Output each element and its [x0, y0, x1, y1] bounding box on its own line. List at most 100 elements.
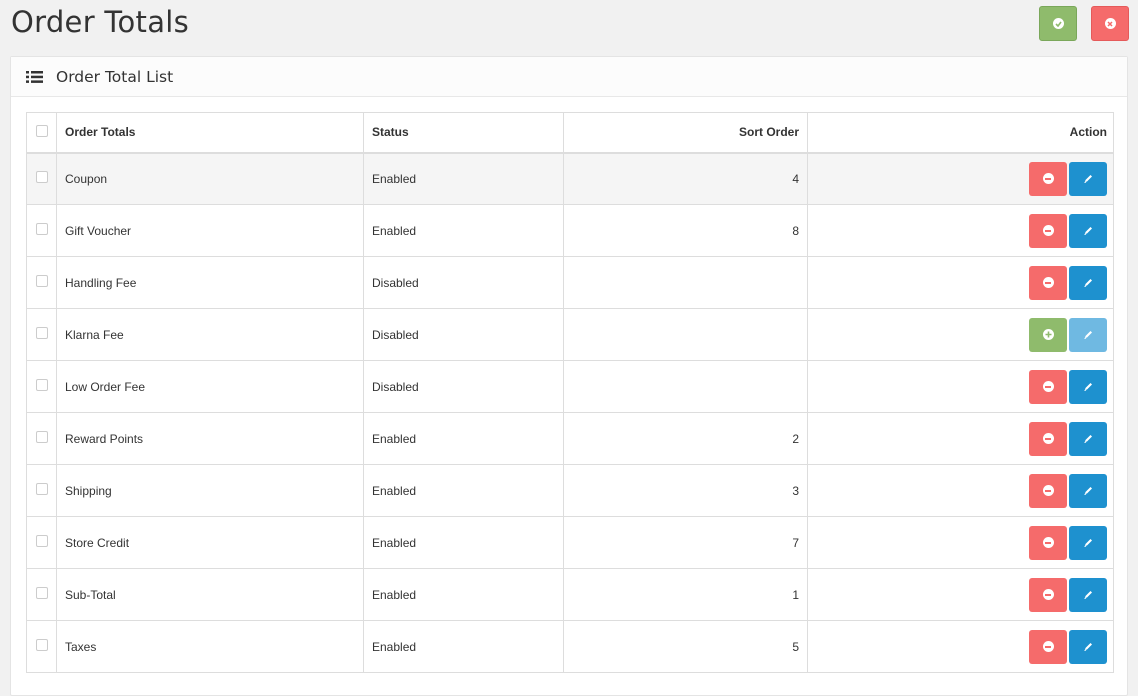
uninstall-button[interactable]: [1029, 369, 1067, 404]
row-select-cell: [26, 360, 57, 413]
cell-sort-order: [563, 256, 808, 309]
edit-button[interactable]: [1069, 421, 1107, 456]
order-totals-table: Order Totals Status Sort Order Action Co…: [26, 112, 1114, 673]
cell-status: Enabled: [363, 516, 564, 569]
uninstall-button[interactable]: [1029, 473, 1067, 508]
row-select-cell: [26, 308, 57, 361]
cell-name: Reward Points: [56, 412, 364, 465]
cell-actions: [807, 360, 1114, 413]
check-circle-icon: [1052, 18, 1064, 29]
cell-actions: [807, 412, 1114, 465]
row-select-cell: [26, 620, 57, 673]
plus-circle-icon: [1042, 329, 1054, 340]
header-sort-order[interactable]: Sort Order: [563, 112, 808, 154]
row-select-cell: [26, 204, 57, 257]
edit-button[interactable]: [1069, 265, 1107, 300]
header-status[interactable]: Status: [363, 112, 564, 154]
save-button[interactable]: [1039, 6, 1077, 41]
row-checkbox[interactable]: [35, 431, 48, 443]
row-select-cell: [26, 568, 57, 621]
pencil-icon: [1083, 331, 1092, 339]
uninstall-button[interactable]: [1029, 421, 1067, 456]
row-select-cell: [26, 412, 57, 465]
pencil-icon: [1083, 279, 1092, 287]
cell-status: Disabled: [363, 256, 564, 309]
minus-circle-icon: [1042, 225, 1054, 236]
table-row: Low Order Fee Disabled: [26, 360, 1114, 413]
panel-heading: Order Total List: [11, 57, 1127, 97]
table-row: Shipping Enabled 3: [26, 464, 1114, 517]
cell-sort-order: [563, 308, 808, 361]
minus-circle-icon: [1042, 173, 1054, 185]
cell-status: Enabled: [363, 412, 564, 465]
pencil-icon: [1083, 643, 1092, 651]
cell-status: Enabled: [363, 568, 564, 621]
cell-actions: [807, 568, 1114, 621]
page-header: Order Totals: [0, 0, 1138, 56]
pencil-icon: [1083, 227, 1092, 235]
minus-circle-icon: [1042, 589, 1054, 600]
cell-sort-order: 2: [563, 412, 808, 465]
cell-sort-order: 5: [563, 620, 808, 673]
uninstall-button[interactable]: [1029, 213, 1067, 248]
table-row: Klarna Fee Disabled: [26, 308, 1114, 361]
table-row: Coupon Enabled 4: [26, 152, 1114, 205]
select-all-checkbox[interactable]: [35, 124, 48, 137]
table-row: Gift Voucher Enabled 8: [26, 204, 1114, 257]
row-checkbox[interactable]: [35, 223, 48, 235]
minus-circle-icon: [1042, 537, 1054, 548]
cell-sort-order: 3: [563, 464, 808, 517]
row-select-cell: [26, 516, 57, 569]
header-action: Action: [807, 112, 1114, 154]
pencil-icon: [1083, 383, 1092, 391]
cell-status: Enabled: [363, 152, 564, 205]
pencil-icon: [1083, 435, 1092, 443]
cell-name: Handling Fee: [56, 256, 364, 309]
edit-button[interactable]: [1069, 213, 1107, 248]
uninstall-button[interactable]: [1029, 629, 1067, 664]
edit-button[interactable]: [1069, 577, 1107, 612]
minus-circle-icon: [1042, 381, 1054, 392]
panel-title: Order Total List: [56, 67, 174, 86]
row-checkbox[interactable]: [35, 171, 48, 184]
cell-name: Sub-Total: [56, 568, 364, 621]
edit-button[interactable]: [1069, 629, 1107, 664]
row-checkbox[interactable]: [35, 483, 48, 495]
uninstall-button[interactable]: [1029, 161, 1067, 196]
cell-name: Gift Voucher: [56, 204, 364, 257]
row-checkbox[interactable]: [35, 379, 48, 391]
page-title: Order Totals: [11, 5, 190, 39]
row-checkbox[interactable]: [35, 535, 48, 547]
cell-sort-order: 7: [563, 516, 808, 569]
edit-button[interactable]: [1069, 525, 1107, 560]
table-row: Taxes Enabled 5: [26, 620, 1114, 673]
cell-status: Enabled: [363, 204, 564, 257]
uninstall-button[interactable]: [1029, 265, 1067, 300]
edit-button[interactable]: [1069, 473, 1107, 508]
cell-status: Disabled: [363, 360, 564, 413]
row-checkbox[interactable]: [35, 275, 48, 287]
table-row: Handling Fee Disabled: [26, 256, 1114, 309]
install-button[interactable]: [1029, 317, 1067, 352]
row-checkbox[interactable]: [35, 639, 48, 651]
row-checkbox[interactable]: [35, 327, 48, 339]
header-order-totals[interactable]: Order Totals: [56, 112, 364, 154]
cell-sort-order: 4: [563, 152, 808, 205]
edit-button[interactable]: [1069, 161, 1107, 196]
cell-sort-order: [563, 360, 808, 413]
uninstall-button[interactable]: [1029, 525, 1067, 560]
cancel-button[interactable]: [1091, 6, 1129, 41]
minus-circle-icon: [1042, 485, 1054, 496]
row-checkbox[interactable]: [35, 587, 48, 599]
table-row: Reward Points Enabled 2: [26, 412, 1114, 465]
cell-status: Disabled: [363, 308, 564, 361]
edit-button[interactable]: [1069, 369, 1107, 404]
cell-name: Store Credit: [56, 516, 364, 569]
pencil-icon: [1083, 591, 1092, 599]
cell-actions: [807, 620, 1114, 673]
row-select-cell: [26, 464, 57, 517]
cell-actions: [807, 152, 1114, 205]
uninstall-button[interactable]: [1029, 577, 1067, 612]
minus-circle-icon: [1042, 641, 1054, 652]
times-circle-icon: [1104, 18, 1116, 29]
